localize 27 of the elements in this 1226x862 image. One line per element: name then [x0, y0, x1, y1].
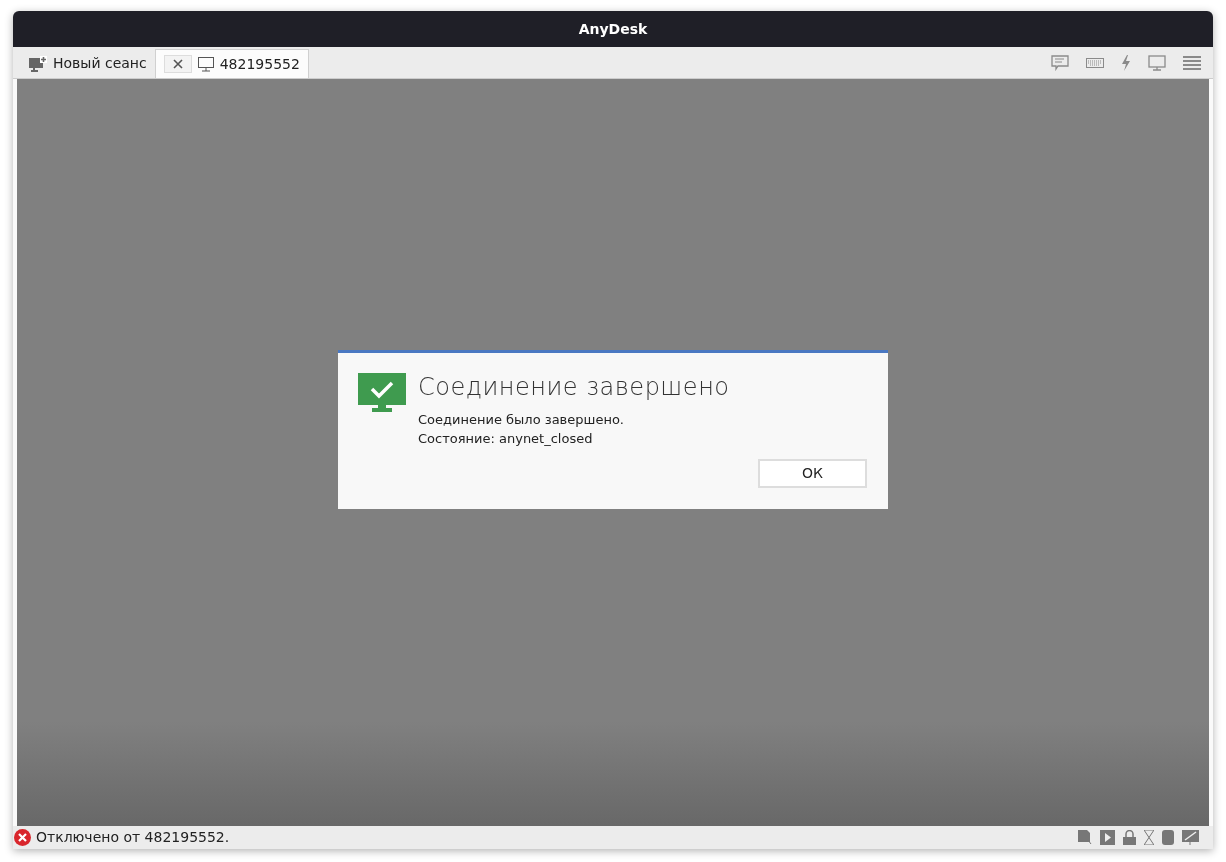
- window-title: AnyDesk: [578, 19, 648, 39]
- dialog-message: Соединение было завершено.: [418, 410, 625, 429]
- monitor-check-icon: [358, 372, 406, 413]
- ok-button[interactable]: ОК: [758, 458, 867, 488]
- lock-icon: [1123, 830, 1136, 845]
- keyboard-icon[interactable]: [1086, 57, 1104, 68]
- dialog-message: Состояние: anynet_closed: [418, 429, 594, 448]
- hourglass-icon: [1144, 830, 1154, 845]
- monitor-icon: [197, 56, 214, 72]
- chat-icon[interactable]: [1051, 54, 1069, 71]
- new-session-icon: [29, 55, 47, 72]
- tab-label: 482195552: [219, 54, 300, 74]
- session-tab[interactable]: Новый сеанс: [21, 49, 155, 78]
- close-button[interactable]: [163, 55, 192, 73]
- monitor-icon[interactable]: [1148, 54, 1166, 71]
- close-icon: [172, 59, 183, 69]
- menu-icon[interactable]: [1183, 55, 1201, 70]
- play-icon: [1100, 830, 1115, 845]
- database-icon: [1162, 830, 1174, 845]
- lightning-icon[interactable]: [1121, 54, 1131, 71]
- tab-label: Новый сеанс: [53, 54, 147, 73]
- file-icon: [1078, 830, 1092, 845]
- session-tab[interactable]: 482195552: [154, 49, 309, 78]
- dialog-title: Соединение завершено: [418, 372, 730, 401]
- status-text: Отключено от 482195552.: [36, 828, 230, 847]
- error-icon: [14, 829, 31, 846]
- screen-icon: [1182, 830, 1199, 845]
